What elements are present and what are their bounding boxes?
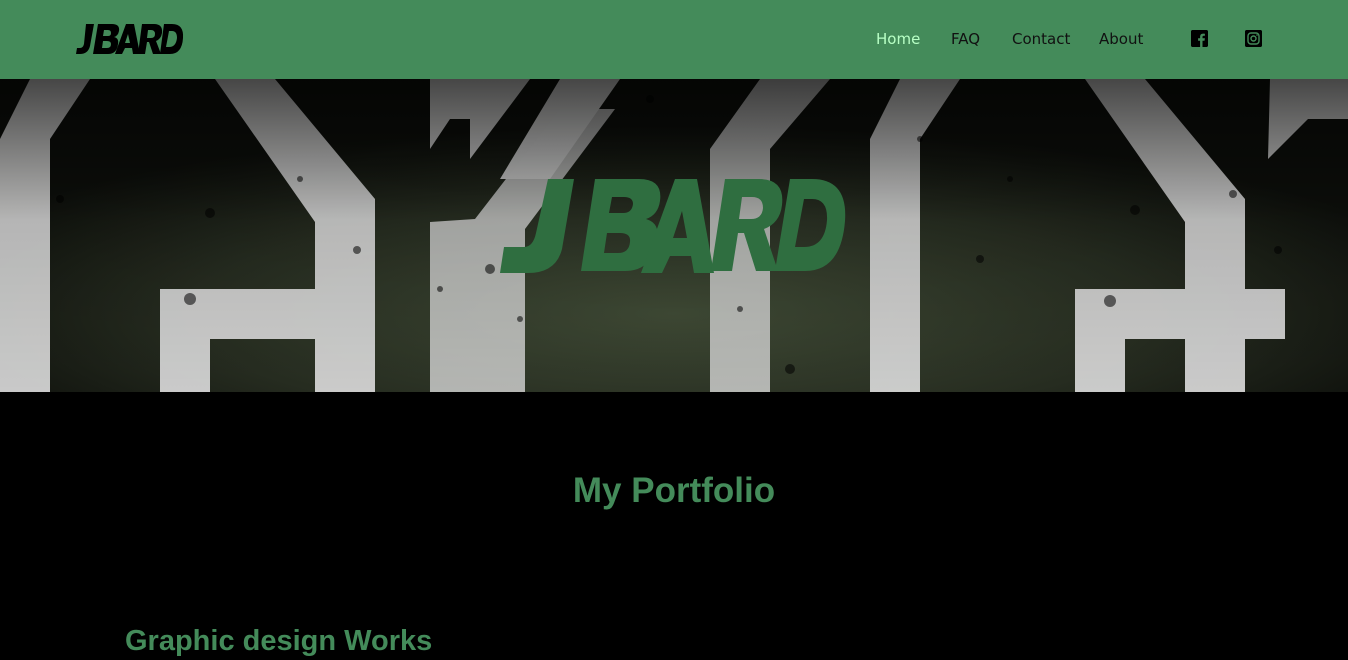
facebook-icon[interactable] bbox=[1191, 30, 1208, 47]
nav-home[interactable]: Home bbox=[876, 29, 920, 49]
nav-about[interactable]: About bbox=[1099, 29, 1143, 49]
site-logo[interactable] bbox=[76, 22, 184, 56]
nav-faq[interactable]: FAQ bbox=[951, 29, 980, 49]
site-header: Home FAQ Contact About bbox=[0, 0, 1348, 79]
hero-background bbox=[0, 79, 1348, 392]
portfolio-title: My Portfolio bbox=[572, 471, 776, 510]
nav-contact[interactable]: Contact bbox=[1012, 29, 1070, 49]
instagram-icon[interactable] bbox=[1245, 30, 1262, 47]
hero-banner bbox=[0, 79, 1348, 392]
section-title-graphic-design: Graphic design Works bbox=[125, 625, 433, 657]
